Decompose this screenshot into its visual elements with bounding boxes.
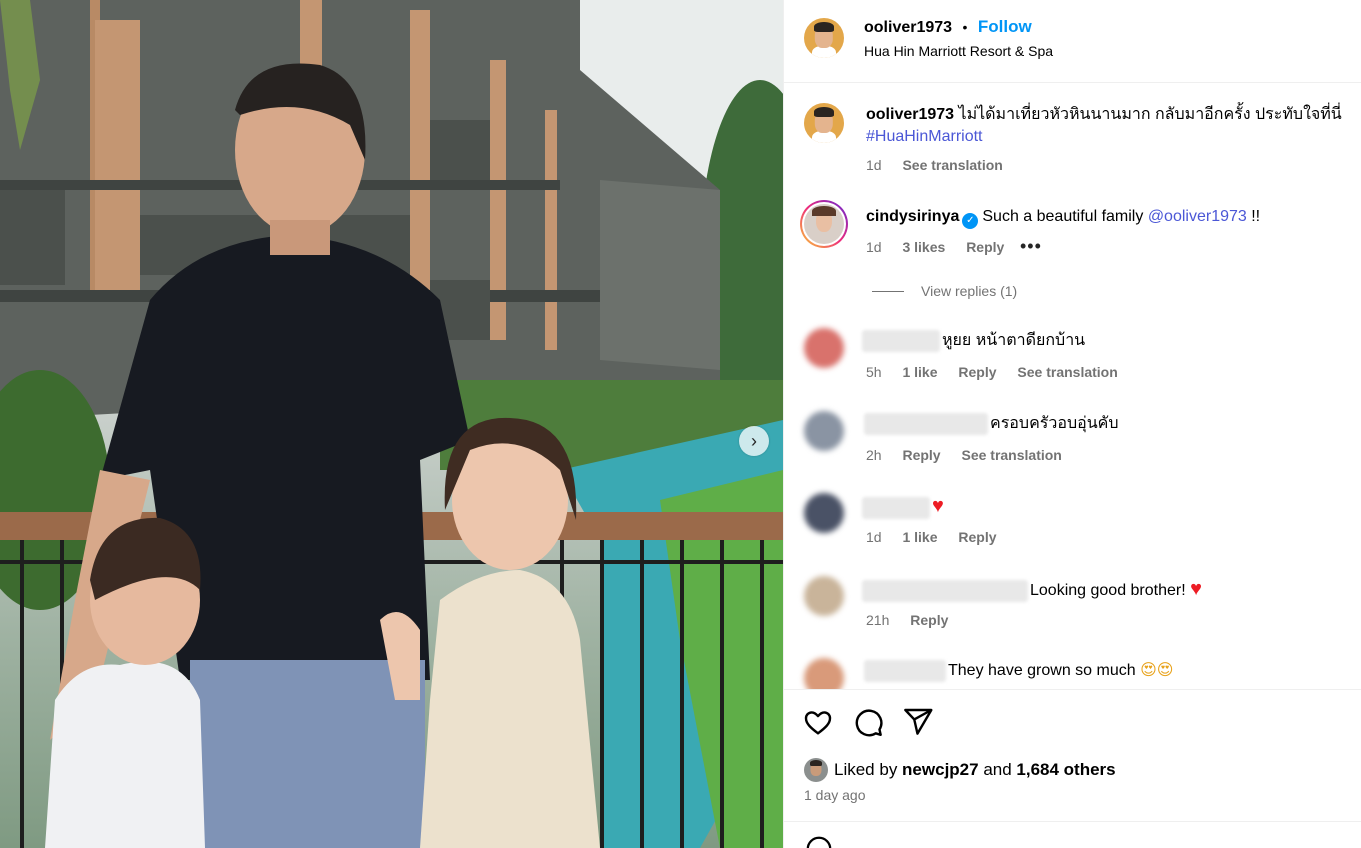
caption-see-translation[interactable]: See translation bbox=[902, 157, 1002, 173]
comments-list[interactable]: ooliver1973 ไม่ได้มาเที่ยวหัวหินนานมาก ก… bbox=[784, 84, 1361, 689]
comment-text-line: They have grown so much 😍😍 bbox=[864, 660, 1173, 682]
comment-icon[interactable] bbox=[852, 706, 884, 738]
photo-scene bbox=[0, 0, 783, 848]
blurred-username[interactable] bbox=[862, 496, 930, 519]
heart-icon[interactable] bbox=[802, 706, 834, 738]
comment-text: หูยย หน้าตาดียกบ้าน bbox=[942, 332, 1086, 350]
comment-text-line: cindysirinya ✓ Such a beautiful family @oo… bbox=[866, 206, 1260, 229]
comment-username[interactable]: cindysirinya bbox=[866, 208, 959, 225]
likes-count[interactable]: 1,684 others bbox=[1016, 760, 1115, 779]
liked-by-and: and bbox=[978, 760, 1017, 779]
commenter-avatar bbox=[804, 204, 844, 244]
verified-badge-icon: ✓ bbox=[962, 213, 979, 229]
commenter-avatar[interactable] bbox=[804, 658, 844, 689]
commenter-avatar[interactable] bbox=[804, 411, 844, 451]
add-comment-area[interactable] bbox=[784, 821, 1361, 848]
reply-button[interactable]: Reply bbox=[910, 612, 948, 628]
reply-button[interactable]: Reply bbox=[966, 239, 1004, 255]
caption-username[interactable]: ooliver1973 bbox=[866, 106, 954, 123]
liked-by-user[interactable]: newcjp27 bbox=[902, 760, 979, 779]
heart-eyes-emoji-icon: 😍😍 bbox=[1140, 662, 1174, 680]
post-side-panel: ooliver1973 • Follow Hua Hin Marriott Re… bbox=[783, 0, 1361, 848]
comment-meta: 1d 1 like Reply bbox=[866, 529, 1014, 545]
post-header: ooliver1973 • Follow Hua Hin Marriott Re… bbox=[784, 0, 1361, 83]
comment-text: ครอบครัวอบอุ่นคับ bbox=[990, 415, 1119, 433]
reply-button[interactable]: Reply bbox=[902, 447, 940, 463]
blurred-username[interactable] bbox=[862, 579, 1028, 602]
liked-by-avatar[interactable] bbox=[804, 758, 828, 782]
story-ring[interactable] bbox=[800, 200, 848, 248]
header-separator: • bbox=[962, 19, 968, 35]
post-photo[interactable]: › bbox=[0, 0, 783, 848]
comment-text-line: ครอบครัวอบอุ่นคับ bbox=[864, 413, 1119, 435]
blurred-username[interactable] bbox=[864, 660, 946, 682]
comment-meta: 5h 1 like Reply See translation bbox=[866, 364, 1135, 380]
heart-emoji-icon: ♥ bbox=[1190, 578, 1202, 600]
reply-button[interactable]: Reply bbox=[958, 529, 996, 545]
author-avatar[interactable] bbox=[804, 18, 844, 58]
emoji-icon[interactable] bbox=[804, 834, 834, 848]
comment-text-line: หูยย หน้าตาดียกบ้าน bbox=[862, 330, 1085, 352]
blurred-username[interactable] bbox=[864, 413, 988, 435]
comment-text-line: Looking good brother! ♥ bbox=[862, 578, 1202, 602]
comment-suffix: !! bbox=[1246, 208, 1261, 225]
caption-avatar[interactable] bbox=[804, 103, 844, 143]
comment-time[interactable]: 2h bbox=[866, 447, 882, 463]
author-username[interactable]: ooliver1973 bbox=[864, 19, 952, 36]
comment-text: They have grown so much bbox=[948, 662, 1141, 680]
view-replies-button[interactable]: View replies (1) bbox=[921, 283, 1017, 299]
commenter-avatar[interactable] bbox=[804, 576, 844, 616]
post-actions: Liked by newcjp27 and 1,684 others 1 day… bbox=[784, 689, 1361, 821]
replies-divider bbox=[872, 291, 904, 292]
commenter-avatar[interactable] bbox=[804, 493, 844, 533]
post-timestamp[interactable]: 1 day ago bbox=[804, 787, 866, 803]
caption-text: ไม่ได้มาเที่ยวหัวหินนานมาก กลับมาอีกครั้… bbox=[958, 106, 1342, 123]
comment-likes[interactable]: 1 like bbox=[902, 364, 937, 380]
chevron-right-icon: › bbox=[751, 430, 757, 451]
comment-time[interactable]: 1d bbox=[866, 239, 882, 255]
commenter-avatar[interactable] bbox=[804, 328, 844, 368]
liked-by-prefix: Liked by bbox=[834, 760, 903, 779]
follow-button[interactable]: Follow bbox=[978, 17, 1032, 36]
comment-text-line: ♥ bbox=[862, 495, 944, 519]
comment-meta: 2h Reply See translation bbox=[866, 447, 1079, 463]
caption-text-line: ooliver1973 ไม่ได้มาเที่ยวหัวหินนานมาก ก… bbox=[866, 104, 1342, 126]
comment-meta: 21h Reply bbox=[866, 612, 965, 628]
reply-button[interactable]: Reply bbox=[958, 364, 996, 380]
caption-meta: 1d See translation bbox=[866, 157, 1020, 173]
comment-time[interactable]: 5h bbox=[866, 364, 882, 380]
see-translation-button[interactable]: See translation bbox=[961, 447, 1061, 463]
comment-text: Such a beautiful family bbox=[982, 208, 1144, 225]
comment-mention[interactable]: @ooliver1973 bbox=[1148, 208, 1247, 225]
comment-text: Looking good brother! bbox=[1030, 582, 1191, 599]
next-photo-button[interactable]: › bbox=[739, 426, 769, 456]
liked-by-text: Liked by newcjp27 and 1,684 others bbox=[834, 760, 1116, 780]
more-options-icon[interactable]: ••• bbox=[1020, 236, 1042, 257]
location-link[interactable]: Hua Hin Marriott Resort & Spa bbox=[864, 43, 1053, 59]
caption-time[interactable]: 1d bbox=[866, 157, 882, 173]
comment-likes[interactable]: 1 like bbox=[902, 529, 937, 545]
caption-hashtag[interactable]: #HuaHinMarriott bbox=[866, 128, 982, 145]
comment-meta: 1d 3 likes Reply bbox=[866, 239, 1021, 255]
blurred-username[interactable] bbox=[862, 330, 940, 352]
heart-emoji-icon: ♥ bbox=[932, 495, 944, 517]
see-translation-button[interactable]: See translation bbox=[1017, 364, 1117, 380]
comment-likes[interactable]: 3 likes bbox=[902, 239, 945, 255]
comment-time[interactable]: 21h bbox=[866, 612, 889, 628]
comment-time[interactable]: 1d bbox=[866, 529, 882, 545]
caption-hashtag-line: #HuaHinMarriott bbox=[866, 126, 982, 148]
share-icon[interactable] bbox=[902, 706, 934, 738]
